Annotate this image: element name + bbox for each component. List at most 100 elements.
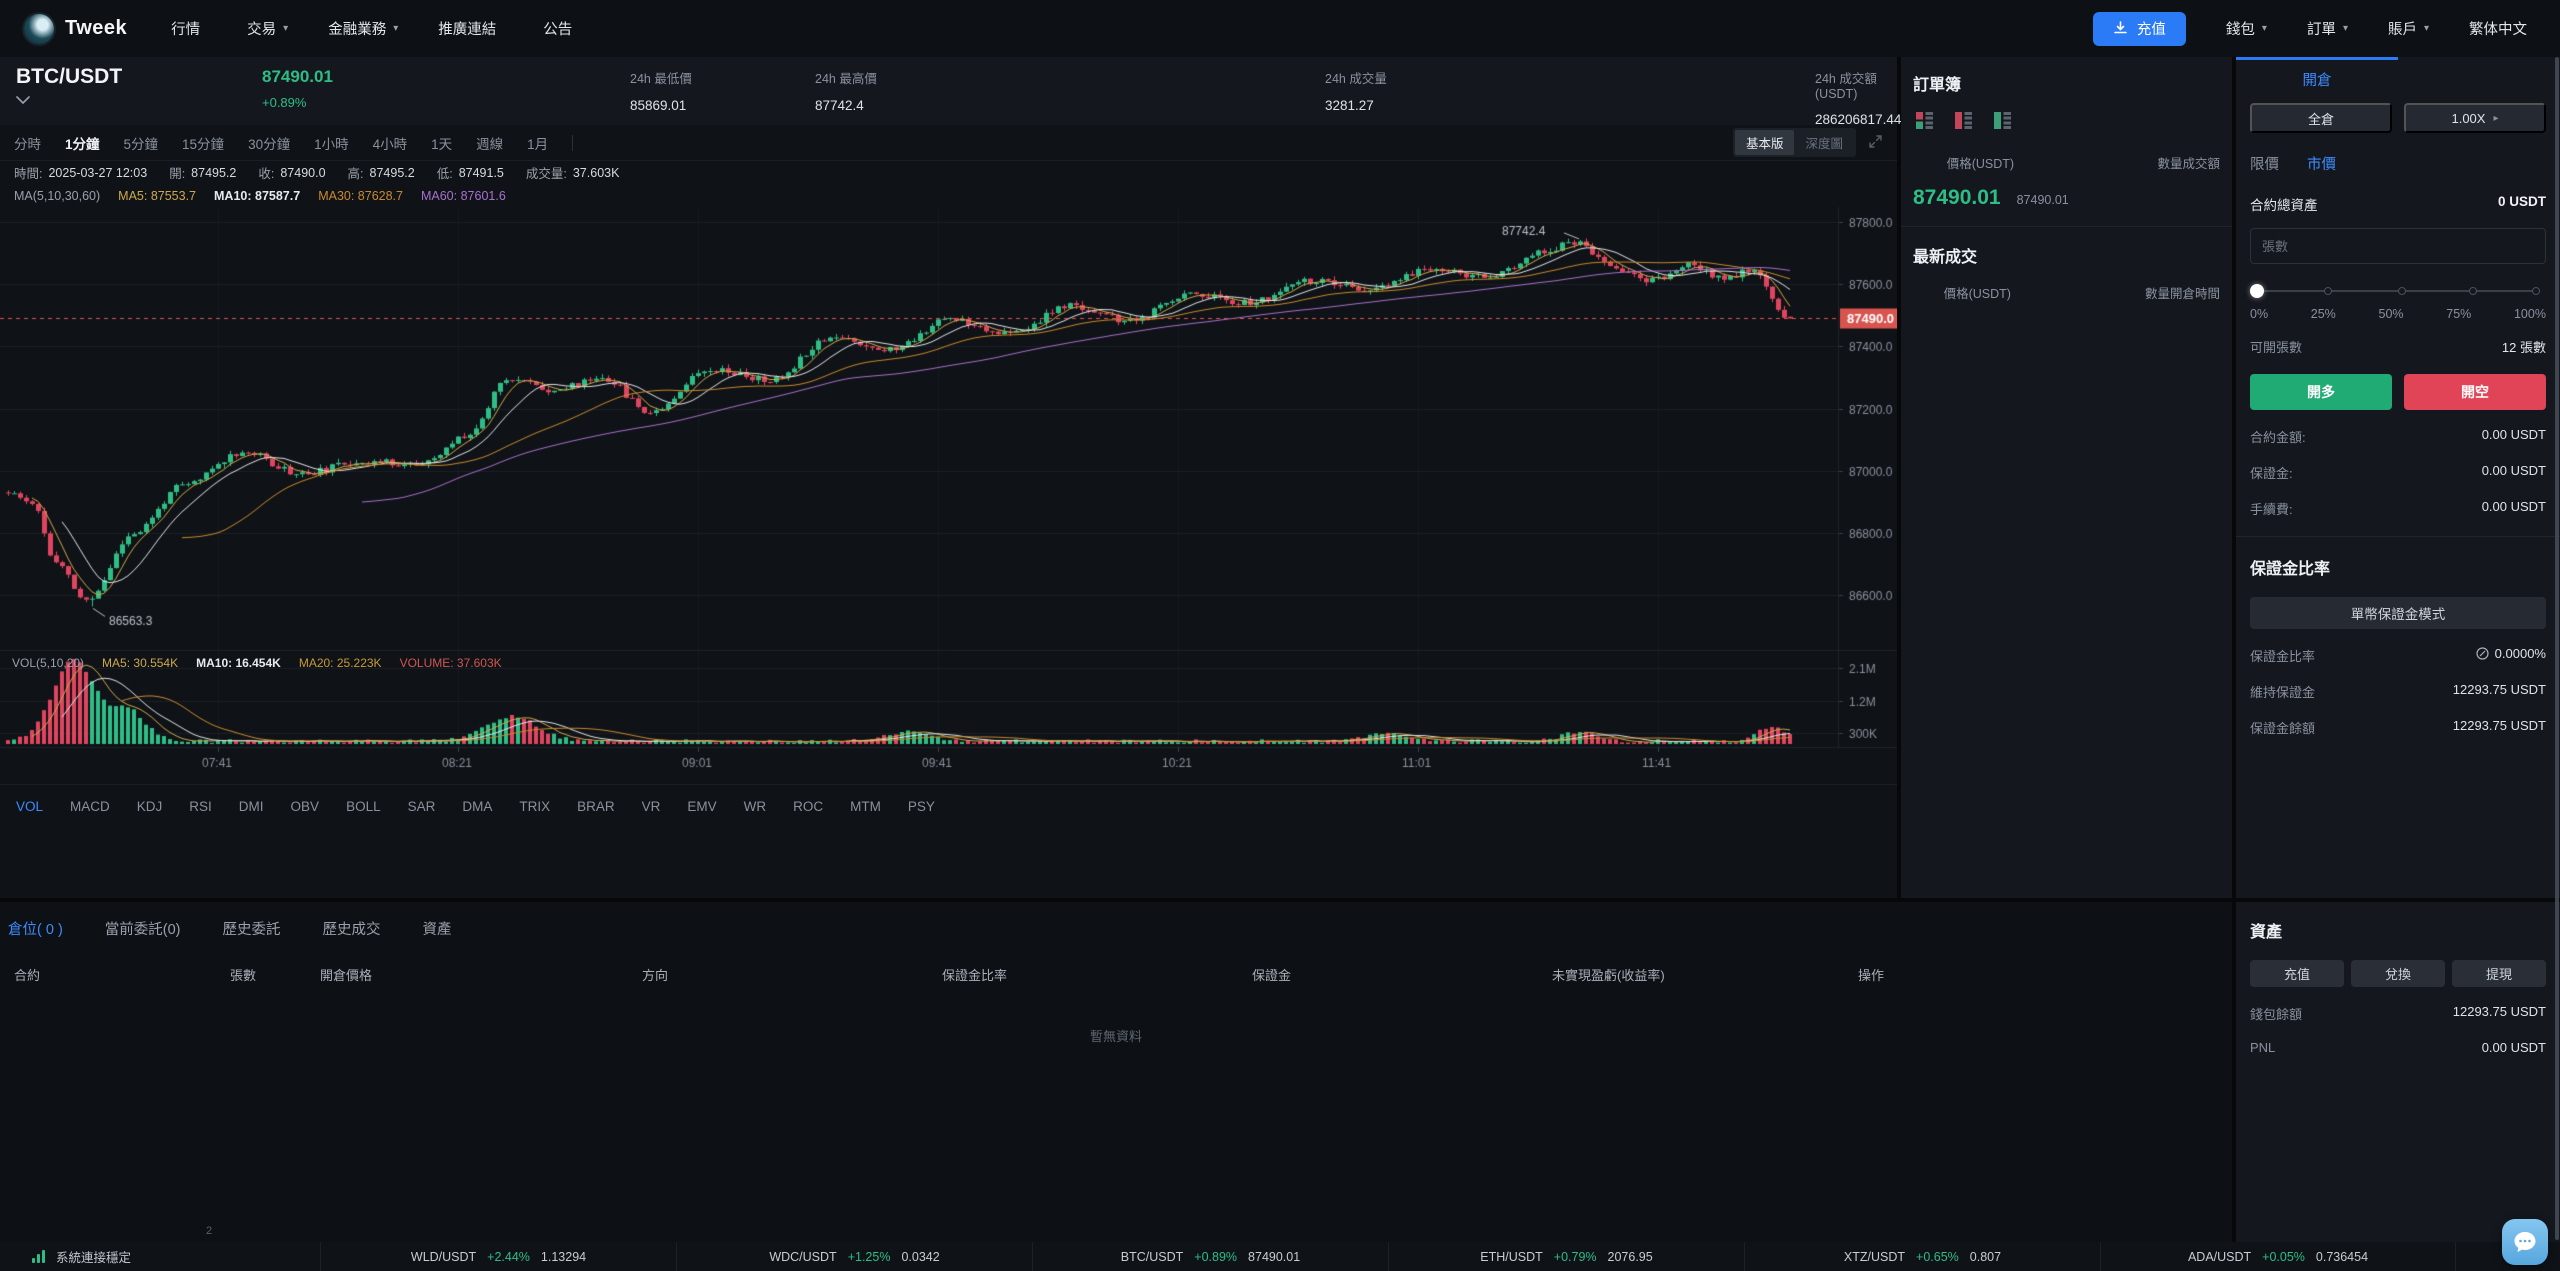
indicator-tab[interactable]: MTM	[850, 799, 881, 814]
indicator-tab[interactable]: RSI	[189, 799, 212, 814]
chat-icon	[2514, 1232, 2536, 1252]
timeframe-tab[interactable]: 1月	[527, 133, 548, 153]
open-position-tab[interactable]: 開倉	[2236, 57, 2398, 99]
chevron-down-icon[interactable]	[16, 91, 122, 109]
chat-widget-button[interactable]	[2502, 1219, 2548, 1265]
indicator-tab[interactable]: MACD	[70, 799, 110, 814]
status-bar: 系統連接穩定 WLD/USDT +2.44% 1.13294 WDC/USDT …	[0, 1242, 2560, 1271]
nav-item[interactable]: 賬戶 ▾	[2388, 18, 2429, 39]
available-row: 可開張數 12 張數	[2250, 337, 2546, 356]
chevron-down-icon: ▾	[283, 23, 289, 34]
timeframe-tab[interactable]: 15分鐘	[182, 133, 224, 153]
timeframe-tab[interactable]: 1天	[431, 133, 452, 153]
indicator-tab[interactable]: OBV	[291, 799, 320, 814]
indicator-tab[interactable]: DMA	[462, 799, 492, 814]
deposit-button[interactable]: 充值	[2092, 11, 2186, 46]
nav-item[interactable]: 金融業務 ▾	[328, 18, 398, 39]
single-coin-margin-mode-button[interactable]: 單幣保證金模式	[2250, 597, 2546, 629]
positions-panel: 倉位( 0 ) 當前委託(0) 歷史委託 歷史成交 資產 合約 張數 開倉價格 方向 保證金比率…	[0, 902, 2232, 1242]
indicator-tab[interactable]: VOL	[16, 799, 43, 814]
timeframe-tab[interactable]: 30分鐘	[248, 133, 290, 153]
ticker-item[interactable]: XTZ/USDT +0.65% 0.807	[1744, 1242, 2100, 1271]
page-scrollbar[interactable]	[2555, 57, 2559, 1240]
timeframe-tab[interactable]: 1小時	[314, 133, 349, 153]
ticker-item[interactable]: WDC/USDT +1.25% 0.0342	[676, 1242, 1032, 1271]
timeframe-tab[interactable]: 分時	[14, 133, 41, 153]
positions-tab[interactable]: 歷史委託	[223, 918, 281, 939]
slider-dot[interactable]	[2398, 287, 2406, 295]
trades-header: 數量	[2144, 287, 2170, 301]
ticker-change: +0.65%	[1916, 1249, 1959, 1264]
kline-chart[interactable]: VOL(5,10,20) MA5: 30.554K MA10: 16.454K …	[0, 207, 1897, 782]
ticker-price: 87490.01	[1248, 1249, 1301, 1264]
book-view-asks-icon[interactable]	[1954, 111, 1973, 135]
indicator-tab[interactable]: SAR	[408, 799, 436, 814]
candle-high: 87495.2	[369, 165, 415, 180]
timeframe-tab[interactable]: 週線	[476, 133, 503, 153]
slider-handle[interactable]	[2250, 284, 2264, 298]
deposit-asset-button[interactable]: 充值	[2250, 960, 2344, 987]
brand[interactable]: Tweek	[24, 13, 127, 44]
orderbook-index-price: 87490.01	[2016, 193, 2069, 207]
basic-view-tab[interactable]: 基本版	[1734, 130, 1795, 155]
indicator-tab[interactable]: ROC	[793, 799, 823, 814]
chevron-down-icon: ▾	[393, 23, 399, 34]
order-type-tab[interactable]: 市價	[2307, 153, 2336, 174]
candle-volume: 37.603K	[572, 165, 620, 180]
positions-tab[interactable]: 資產	[423, 918, 452, 939]
ticker-item[interactable]: ADA/USDT +0.05% 0.736454	[2100, 1242, 2456, 1271]
exchange-asset-button[interactable]: 兌換	[2351, 960, 2445, 987]
expand-icon[interactable]	[1868, 134, 1883, 152]
nav-item[interactable]: 公告	[543, 18, 579, 39]
timeframe-tab[interactable]: 4小時	[373, 133, 408, 153]
nav-item[interactable]: 訂單 ▾	[2307, 18, 2348, 39]
indicator-tab[interactable]: WR	[744, 799, 767, 814]
kline-canvas[interactable]	[0, 207, 1897, 777]
slider-dot[interactable]	[2469, 287, 2478, 295]
order-buttons: 開多 開空	[2250, 374, 2546, 410]
indicator-tab[interactable]: BOLL	[346, 799, 381, 814]
open-long-button[interactable]: 開多	[2250, 374, 2392, 410]
view-toggle: 基本版 深度圖	[1732, 128, 1883, 157]
ticker-item[interactable]: ETH/USDT +0.79% 2076.95	[1388, 1242, 1744, 1271]
positions-tab[interactable]: 倉位( 0 )	[8, 918, 63, 939]
slider-dot[interactable]	[2324, 287, 2332, 295]
positions-tab[interactable]: 當前委託(0)	[105, 918, 181, 939]
withdraw-asset-button[interactable]: 提現	[2452, 960, 2546, 987]
margin-mode-button[interactable]: 全倉	[2250, 103, 2392, 133]
depth-view-tab[interactable]: 深度圖	[1794, 130, 1854, 155]
symbol-selector[interactable]: BTC/USDT	[16, 65, 122, 109]
leverage-button[interactable]: 1.00X ▸	[2404, 103, 2546, 133]
timeframe-tab[interactable]: 5分鐘	[124, 133, 159, 153]
timeframe-tab[interactable]: 1分鐘	[65, 133, 100, 153]
indicator-tab[interactable]: KDJ	[137, 799, 163, 814]
nav-item[interactable]: 繁体中文	[2469, 18, 2534, 39]
indicator-tab[interactable]: BRAR	[577, 799, 615, 814]
indicator-tab[interactable]: EMV	[687, 799, 716, 814]
book-view-both-icon[interactable]	[1915, 111, 1934, 135]
nav-item[interactable]: 行情	[171, 18, 207, 39]
positions-tabs: 倉位( 0 ) 當前委託(0) 歷史委託 歷史成交 資產	[0, 910, 2232, 945]
positions-tab[interactable]: 歷史成交	[323, 918, 381, 939]
quantity-input[interactable]	[2250, 228, 2546, 264]
nav-item[interactable]: 推廣連結	[438, 18, 503, 39]
slider-dot[interactable]	[2532, 287, 2540, 295]
book-view-bids-icon[interactable]	[1993, 111, 2012, 135]
nav-item[interactable]: 錢包 ▾	[2226, 18, 2267, 39]
margin-balance-row: 保證金餘額 12293.75 USDT	[2250, 718, 2546, 736]
order-type-tab[interactable]: 限價	[2250, 153, 2279, 174]
indicator-tab[interactable]: VR	[642, 799, 661, 814]
stat-24h-high: 24h 最高價 87742.4	[815, 72, 877, 113]
positions-table-header: 合約	[14, 968, 41, 983]
nav-item-label: 賬戶	[2387, 22, 2417, 38]
open-short-button[interactable]: 開空	[2404, 374, 2546, 410]
ticker-item[interactable]: BTC/USDT +0.89% 87490.01	[1032, 1242, 1388, 1271]
nav-item[interactable]: 交易 ▾	[247, 18, 288, 39]
indicator-tab[interactable]: PSY	[908, 799, 935, 814]
ticker-item[interactable]: WLD/USDT +2.44% 1.13294	[320, 1242, 676, 1271]
contract-balance-row: 合約總資產 0 USDT	[2250, 194, 2546, 214]
indicator-tab[interactable]: TRIX	[519, 799, 550, 814]
caret-right-icon: ▸	[2493, 112, 2499, 124]
indicator-tab[interactable]: DMI	[239, 799, 264, 814]
quantity-slider[interactable]	[2250, 284, 2546, 298]
